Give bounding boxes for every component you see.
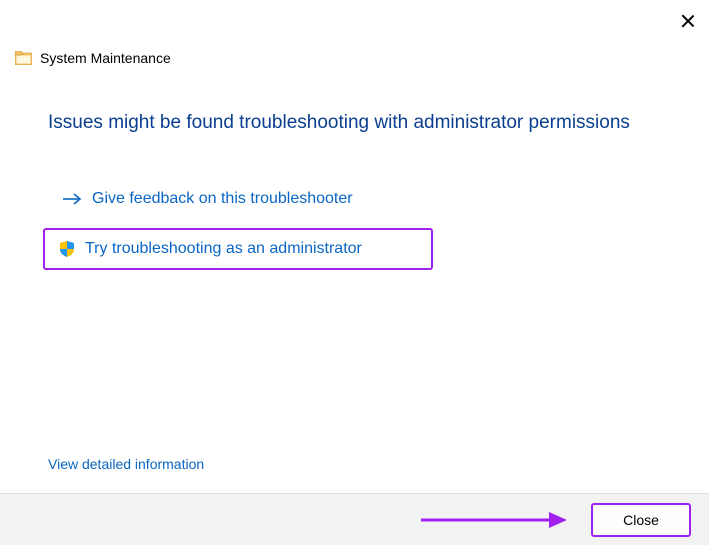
dialog-title: System Maintenance [40,50,171,66]
main-heading: Issues might be found troubleshooting wi… [48,112,630,134]
view-detailed-link[interactable]: View detailed information [48,456,204,472]
shield-icon [59,241,75,257]
feedback-link-text: Give feedback on this troubleshooter [92,190,353,208]
dialog-header: System Maintenance [15,50,171,66]
admin-troubleshoot-link[interactable]: Try troubleshooting as an administrator [43,228,433,270]
window-close-icon[interactable] [681,14,695,28]
annotation-arrow-icon [419,510,569,530]
admin-link-text: Try troubleshooting as an administrator [85,240,362,258]
maintenance-folder-icon [15,51,32,65]
dialog-footer: Close [0,493,709,545]
close-button[interactable]: Close [591,503,691,537]
arrow-right-icon [62,192,82,206]
feedback-link[interactable]: Give feedback on this troubleshooter [60,190,353,208]
